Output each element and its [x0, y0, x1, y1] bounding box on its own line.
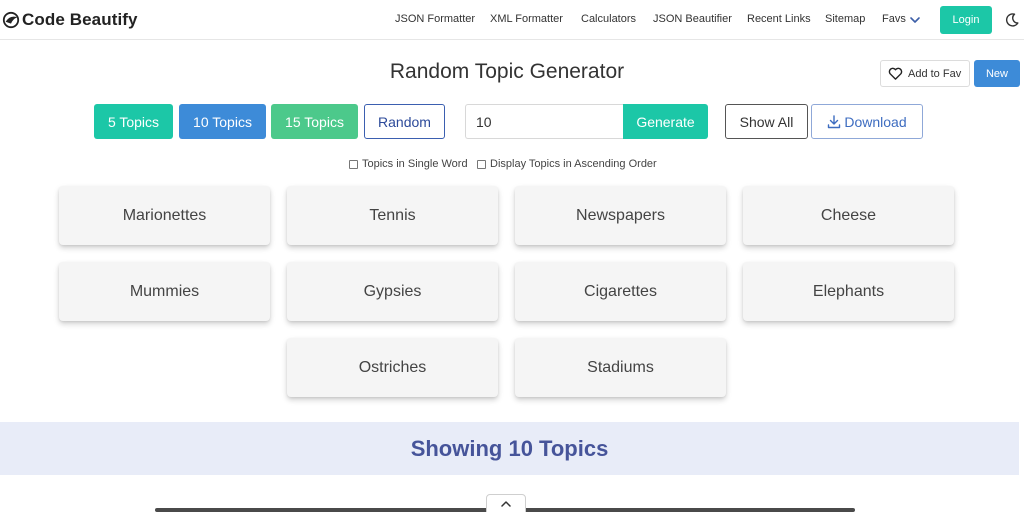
summary-band: Showing 10 Topics [0, 422, 1019, 475]
topic-card: Cigarettes [515, 262, 726, 321]
ascending-order-option[interactable]: Display Topics in Ascending Order [477, 158, 657, 170]
topic-card: Cheese [743, 186, 954, 245]
nav-link-recent-links[interactable]: Recent Links [747, 13, 811, 25]
topic-card: Mummies [59, 262, 270, 321]
showing-count-text: Showing 10 Topics [410, 435, 609, 461]
ascending-order-checkbox[interactable] [477, 159, 486, 169]
nav-link-calculators[interactable]: Calculators [581, 13, 636, 25]
5-topics-button[interactable]: 5 Topics [94, 104, 173, 139]
nav-link-xml-formatter[interactable]: XML Formatter [490, 13, 563, 25]
10-topics-button[interactable]: 10 Topics [179, 104, 266, 139]
scroll-to-top-button[interactable] [486, 494, 526, 512]
topic-card: Ostriches [287, 338, 498, 397]
download-button[interactable]: Download [811, 104, 923, 139]
single-word-checkbox[interactable] [349, 159, 358, 169]
show-all-button[interactable]: Show All [725, 104, 808, 139]
download-label: Download [844, 113, 907, 130]
login-button[interactable]: Login [940, 6, 992, 34]
topic-count-input[interactable] [465, 104, 624, 139]
new-button[interactable]: New [974, 60, 1020, 87]
page-title: Random Topic Generator [389, 60, 625, 83]
single-word-option[interactable]: Topics in Single Word [349, 158, 468, 170]
single-word-label: Topics in Single Word [362, 158, 468, 170]
topic-card: Gypsies [287, 262, 498, 321]
top-navbar: Code Beautify JSON Formatter XML Formatt… [0, 0, 1024, 40]
code-beautify-logo-icon [2, 11, 20, 29]
topic-card: Tennis [287, 186, 498, 245]
download-icon [828, 114, 841, 128]
topic-card: Elephants [743, 262, 954, 321]
brand-name: Code Beautify [22, 10, 138, 29]
nav-link-favs[interactable]: Favs [882, 13, 906, 25]
nav-link-json-formatter[interactable]: JSON Formatter [395, 13, 475, 25]
generate-button[interactable]: Generate [623, 104, 708, 139]
nav-link-sitemap[interactable]: Sitemap [825, 13, 865, 25]
add-to-fav-button[interactable]: Add to Fav [880, 60, 970, 87]
15-topics-button[interactable]: 15 Topics [271, 104, 358, 139]
heart-icon [888, 67, 903, 80]
random-button[interactable]: Random [364, 104, 445, 139]
chevron-down-icon[interactable] [909, 14, 921, 26]
topic-card: Newspapers [515, 186, 726, 245]
add-to-fav-label: Add to Fav [908, 67, 962, 80]
nav-link-json-beautifier[interactable]: JSON Beautifier [653, 13, 732, 25]
moon-icon[interactable] [1004, 12, 1020, 28]
topic-card: Marionettes [59, 186, 270, 245]
brand-link[interactable]: Code Beautify [2, 8, 138, 32]
topic-card: Stadiums [515, 338, 726, 397]
ascending-order-label: Display Topics in Ascending Order [490, 158, 657, 170]
chevron-up-icon [501, 501, 511, 507]
